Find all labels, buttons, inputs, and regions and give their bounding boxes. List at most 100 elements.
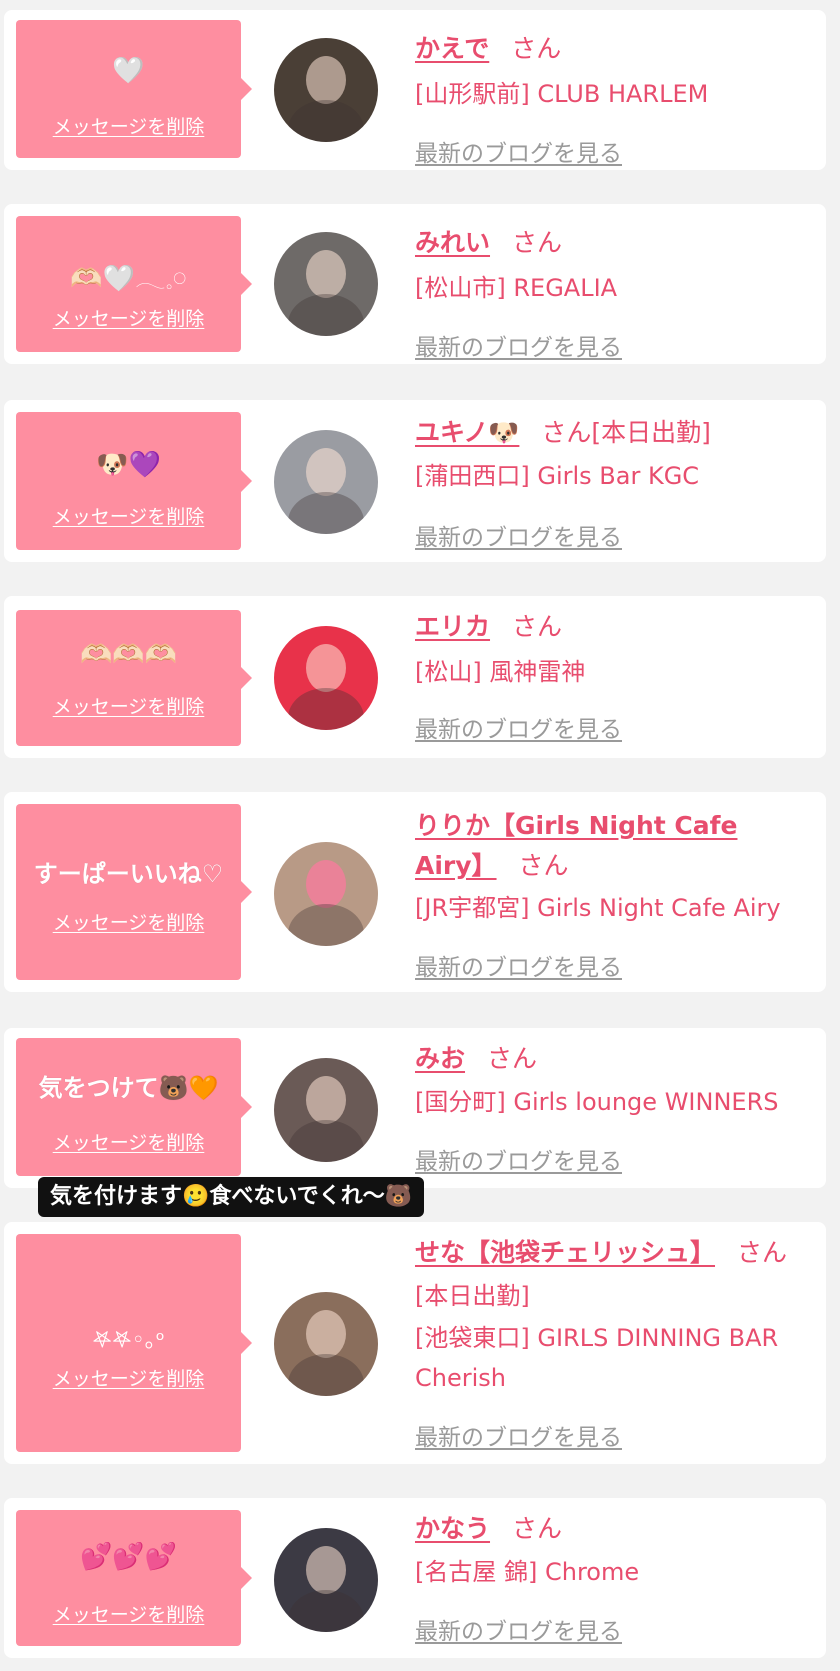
message-card: 🫶🏻🫶🏻🫶🏻 メッセージを削除 エリカ さん [松山] 風神雷神 最新のブログを見… bbox=[4, 596, 826, 758]
avatar-body bbox=[288, 492, 364, 534]
message-emoji: すーぱーいいね♡ bbox=[33, 860, 224, 888]
cast-info: りりか【Girls Night Cafe Airy】 さん [JR宇都宮] Gir… bbox=[415, 792, 825, 992]
latest-blog-link[interactable]: 最新のブログを見る bbox=[415, 1612, 622, 1646]
avatar[interactable] bbox=[274, 1058, 378, 1162]
name-line: りりか【Girls Night Cafe Airy】 さん bbox=[415, 806, 785, 886]
cast-info: かえで さん [山形駅前] CLUB HARLEM 最新のブログを見る bbox=[415, 10, 825, 170]
message-bubble: 🤍 メッセージを削除 bbox=[16, 20, 252, 158]
latest-blog-link[interactable]: 最新のブログを見る bbox=[415, 518, 622, 552]
honorific: さん bbox=[518, 851, 569, 880]
cast-name-link[interactable]: みれい bbox=[415, 228, 490, 257]
message-card: 🐶💜 メッセージを削除 ユキノ🐶 さん[本日出勤] [蒲田西口] Girls Ba… bbox=[4, 400, 826, 562]
avatar-face bbox=[306, 860, 346, 908]
latest-blog-link[interactable]: 最新のブログを見る bbox=[415, 328, 622, 362]
shop-name: [松山市] REGALIA bbox=[415, 274, 618, 302]
cast-info: みお さん [国分町] Girls lounge WINNERS 最新のブログを見… bbox=[415, 1028, 825, 1188]
message-bubble: 𖤐𖤐◦｡ᵒ メッセージを削除 bbox=[16, 1234, 252, 1452]
message-bubble: 気をつけて🐻🧡 メッセージを削除 bbox=[16, 1038, 252, 1176]
message-card: 気をつけて🐻🧡 メッセージを削除 みお さん [国分町] Girls lounge… bbox=[4, 1028, 826, 1188]
message-card: 🤍 メッセージを削除 かえで さん [山形駅前] CLUB HARLEM 最新のブ… bbox=[4, 10, 826, 170]
avatar-body bbox=[288, 1590, 364, 1632]
latest-blog-link[interactable]: 最新のブログを見る bbox=[415, 134, 622, 168]
latest-blog-link[interactable]: 最新のブログを見る bbox=[415, 1142, 622, 1176]
cast-info: せな【池袋チェリッシュ】 さん [本日出勤] [池袋東口] GIRLS DINNI… bbox=[415, 1222, 825, 1464]
cast-name-link[interactable]: みお bbox=[415, 1044, 465, 1073]
avatar[interactable] bbox=[274, 430, 378, 534]
cast-name-link[interactable]: せな【池袋チェリッシュ】 bbox=[415, 1238, 715, 1267]
delete-message-link[interactable]: メッセージを削除 bbox=[16, 112, 241, 139]
name-line: せな【池袋チェリッシュ】 さん bbox=[415, 1234, 787, 1272]
message-emoji: 🫶🏻🫶🏻🫶🏻 bbox=[79, 640, 178, 670]
shop-name: [山形駅前] CLUB HARLEM bbox=[415, 80, 709, 108]
cast-info: かなう さん [名古屋 錦] Chrome 最新のブログを見る bbox=[415, 1498, 825, 1658]
honorific: さん bbox=[511, 34, 562, 63]
message-bubble: 🐶💜 メッセージを削除 bbox=[16, 412, 252, 550]
avatar-body bbox=[288, 904, 364, 946]
cast-name-link[interactable]: かえで bbox=[415, 34, 489, 63]
message-emoji: 𖤐𖤐◦｡ᵒ bbox=[92, 1328, 165, 1353]
status-badge: [本日出勤] bbox=[591, 418, 711, 447]
name-line: エリカ さん bbox=[415, 608, 562, 646]
message-emoji: 🫶🏻🤍𓂃𓈒𓏸 bbox=[70, 264, 187, 294]
cast-info: みれい さん [松山市] REGALIA 最新のブログを見る bbox=[415, 204, 825, 364]
message-emoji: 🤍 bbox=[112, 56, 145, 86]
shop-name: [蒲田西口] Girls Bar KGC bbox=[415, 462, 700, 490]
shop-name: [国分町] Girls lounge WINNERS bbox=[415, 1088, 779, 1116]
avatar[interactable] bbox=[274, 38, 378, 142]
avatar-body bbox=[288, 100, 364, 142]
message-bubble: すーぱーいいね♡ メッセージを削除 bbox=[16, 804, 252, 980]
delete-message-link[interactable]: メッセージを削除 bbox=[16, 304, 241, 331]
cast-name-link[interactable]: エリカ bbox=[415, 612, 490, 641]
avatar-face bbox=[306, 1076, 346, 1124]
avatar[interactable] bbox=[274, 1292, 378, 1396]
avatar-face bbox=[306, 448, 346, 496]
delete-message-link[interactable]: メッセージを削除 bbox=[16, 502, 241, 529]
latest-blog-link[interactable]: 最新のブログを見る bbox=[415, 710, 622, 744]
message-emoji: 🐶💜 bbox=[96, 450, 161, 480]
cast-info: ユキノ🐶 さん[本日出勤] [蒲田西口] Girls Bar KGC 最新のブログ… bbox=[415, 400, 825, 562]
honorific: さん bbox=[512, 612, 563, 641]
delete-message-link[interactable]: メッセージを削除 bbox=[16, 908, 241, 935]
delete-message-link[interactable]: メッセージを削除 bbox=[16, 692, 241, 719]
avatar-face bbox=[306, 1310, 346, 1358]
status-badge: [本日出勤] bbox=[415, 1282, 530, 1310]
name-line: ユキノ🐶 さん[本日出勤] bbox=[415, 414, 711, 452]
avatar[interactable] bbox=[274, 1528, 378, 1632]
cast-info: エリカ さん [松山] 風神雷神 最新のブログを見る bbox=[415, 596, 825, 758]
honorific: さん bbox=[541, 418, 592, 447]
shop-name: [JR宇都宮] Girls Night Cafe Airy bbox=[415, 894, 781, 922]
honorific: さん bbox=[487, 1044, 538, 1073]
message-emoji: 💕💕💕 bbox=[79, 1542, 178, 1572]
latest-blog-link[interactable]: 最新のブログを見る bbox=[415, 1418, 622, 1452]
message-card: すーぱーいいね♡ メッセージを削除 りりか【Girls Night Cafe A… bbox=[4, 792, 826, 992]
honorific: さん bbox=[512, 1514, 563, 1543]
avatar-body bbox=[288, 688, 364, 730]
message-emoji: 気をつけて🐻🧡 bbox=[38, 1074, 219, 1102]
name-line: かえで さん bbox=[415, 30, 561, 68]
honorific: さん bbox=[737, 1238, 788, 1267]
shop-name: [松山] 風神雷神 bbox=[415, 658, 586, 686]
message-bubble: 🫶🏻🫶🏻🫶🏻 メッセージを削除 bbox=[16, 610, 252, 746]
avatar-body bbox=[288, 1354, 364, 1396]
avatar[interactable] bbox=[274, 842, 378, 946]
shop-name: [名古屋 錦] Chrome bbox=[415, 1558, 640, 1586]
avatar[interactable] bbox=[274, 232, 378, 336]
avatar-face bbox=[306, 250, 346, 298]
name-line: かなう さん bbox=[415, 1510, 562, 1548]
cast-name-link[interactable]: ユキノ🐶 bbox=[415, 418, 519, 447]
cast-name-link[interactable]: りりか【Girls Night Cafe Airy】 bbox=[415, 811, 737, 880]
cast-name-link[interactable]: かなう bbox=[415, 1514, 490, 1543]
honorific: さん bbox=[512, 228, 563, 257]
latest-blog-link[interactable]: 最新のブログを見る bbox=[415, 948, 622, 982]
avatar[interactable] bbox=[274, 626, 378, 730]
avatar-face bbox=[306, 644, 346, 692]
avatar-body bbox=[288, 1120, 364, 1162]
message-card: 𖤐𖤐◦｡ᵒ メッセージを削除 せな【池袋チェリッシュ】 さん [本日出勤] [池袋… bbox=[4, 1222, 826, 1464]
shop-name: [池袋東口] GIRLS DINNING BAR Cherish bbox=[415, 1324, 779, 1392]
avatar-face bbox=[306, 1546, 346, 1594]
avatar-body bbox=[288, 294, 364, 336]
delete-message-link[interactable]: メッセージを削除 bbox=[16, 1128, 241, 1155]
delete-message-link[interactable]: メッセージを削除 bbox=[16, 1600, 241, 1627]
avatar-face bbox=[306, 56, 346, 104]
delete-message-link[interactable]: メッセージを削除 bbox=[16, 1364, 241, 1391]
